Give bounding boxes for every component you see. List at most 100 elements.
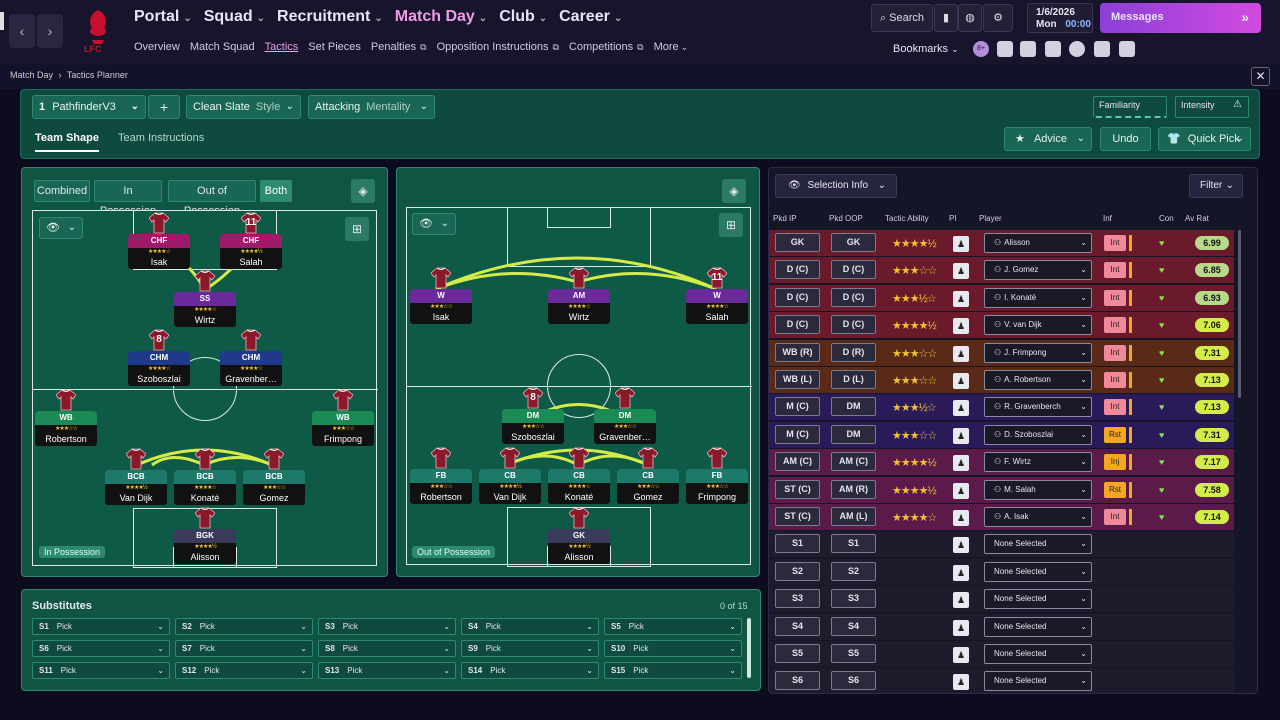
picked-oop-position[interactable]: DM (831, 424, 876, 444)
picked-oop-position[interactable]: AM (L) (831, 507, 876, 526)
sub-slot-s14[interactable]: S14 Pick ⌄ (461, 662, 599, 679)
picked-ip-position[interactable]: M (C) (775, 424, 820, 444)
player-token[interactable]: SS ★★★★☆ Wirtz (174, 270, 236, 327)
player-token[interactable]: WB ★★★☆☆ Robertson (35, 389, 97, 446)
messages-button[interactable]: Messages» (1100, 3, 1261, 33)
sub-slot-s11[interactable]: S11 Pick ⌄ (32, 662, 170, 679)
sub-slot-s10[interactable]: S10 Pick ⌄ (604, 640, 742, 657)
player-token[interactable]: CHF ★★★★☆ Isak (128, 212, 190, 269)
picked-ip-position[interactable]: WB (L) (775, 370, 820, 389)
player-token[interactable]: GK ★★★★½ Alisson (548, 507, 610, 564)
picked-oop-position[interactable]: DM (831, 397, 876, 417)
subnav-item-match-squad[interactable]: Match Squad (190, 41, 255, 53)
picked-ip-position[interactable]: AM (C) (775, 452, 820, 472)
picked-ip-position[interactable]: S6 (775, 671, 820, 691)
subnav-item-tactics[interactable]: Tactics (265, 41, 299, 53)
player-token[interactable]: BCB ★★★★½ Van Dijk (105, 448, 167, 505)
globe-button[interactable]: ◍ (958, 4, 982, 32)
people-quick-icon[interactable] (1045, 41, 1061, 57)
sub-slot-s1[interactable]: S1 Pick ⌄ (32, 618, 170, 635)
player-instructions-icon[interactable]: ♟ (953, 427, 969, 444)
player-select[interactable]: None Selected ⌄ (984, 534, 1092, 555)
sub-slot-s13[interactable]: S13 Pick ⌄ (318, 662, 456, 679)
player-select[interactable]: None Selected ⌄ (984, 671, 1092, 692)
player-instructions-icon[interactable]: ♟ (953, 318, 969, 335)
player-token[interactable]: BCB ★★★☆☆ Gomez (243, 448, 305, 505)
subs-scrollbar[interactable] (747, 618, 751, 678)
info-badge[interactable]: Int (1104, 372, 1126, 388)
tab-team-instructions[interactable]: Team Instructions (118, 132, 204, 144)
picked-ip-position[interactable]: S5 (775, 644, 820, 663)
info-badge[interactable]: Int (1104, 509, 1126, 525)
player-token[interactable]: FB ★★★☆☆ Robertson (410, 447, 472, 504)
player-select[interactable]: ⚇ M. Salah ⌄ (984, 479, 1092, 500)
info-badge[interactable]: Int (1104, 317, 1126, 334)
shirt-quick-icon[interactable] (997, 41, 1013, 57)
mentality-selector[interactable]: Attacking Mentality ⌄ (308, 95, 435, 119)
picked-oop-position[interactable]: S4 (831, 616, 876, 636)
nav-item-club[interactable]: Club ⌄ (499, 8, 547, 26)
info-badge[interactable]: Int (1104, 235, 1126, 251)
player-token[interactable]: DM ★★★☆☆ Gravenber… (594, 387, 656, 444)
selection-info-dropdown[interactable]: 👁 Selection Info ⌄ (775, 174, 897, 198)
search-button[interactable]: ⌕ Search (871, 4, 933, 32)
picked-ip-position[interactable]: ST (C) (775, 507, 820, 526)
picked-oop-position[interactable]: S5 (831, 644, 876, 663)
users-quick-icon[interactable] (1119, 41, 1135, 57)
picked-ip-position[interactable]: D (C) (775, 315, 820, 335)
breadcrumb-parent[interactable]: Match Day (10, 70, 53, 80)
subnav-item-opposition-instructions[interactable]: Opposition Instructions ⧉ (437, 41, 559, 53)
player-token[interactable]: CHM ★★★★☆ Gravenber… (220, 329, 282, 386)
info-badge[interactable]: Int (1104, 399, 1126, 416)
subnav-item-set-pieces[interactable]: Set Pieces (308, 41, 361, 53)
player-select[interactable]: ⚇ Alisson ⌄ (984, 233, 1092, 253)
advice-button[interactable]: ★ Advice ⌄ (1004, 127, 1092, 151)
picked-ip-position[interactable]: S2 (775, 561, 820, 581)
back-button[interactable]: ‹ (9, 14, 35, 48)
column-header[interactable]: Tactic Ability (885, 214, 929, 223)
player-token[interactable]: 8 DM ★★★☆☆ Szoboszlai (502, 387, 564, 444)
info-badge[interactable]: Inj (1104, 454, 1126, 471)
player-select[interactable]: None Selected ⌄ (984, 616, 1092, 637)
nav-item-match-day[interactable]: Match Day ⌄ (395, 8, 487, 26)
player-token[interactable]: CB ★★★★☆ Konaté (548, 447, 610, 504)
player-token[interactable]: CB ★★★★½ Van Dijk (479, 447, 541, 504)
picked-oop-position[interactable]: AM (R) (831, 479, 876, 499)
sub-slot-s8[interactable]: S8 Pick ⌄ (318, 640, 456, 657)
player-token[interactable]: BGK ★★★★½ Alisson (174, 507, 236, 564)
column-header[interactable]: Con (1159, 214, 1174, 223)
player-token[interactable]: 11 CHF ★★★★½ Salah (220, 212, 282, 269)
picked-ip-position[interactable]: ST (C) (775, 479, 820, 499)
picked-oop-position[interactable]: S2 (831, 561, 876, 581)
formation-settings-button-oop[interactable]: ◈ (722, 179, 746, 203)
nav-item-career[interactable]: Career ⌄ (559, 8, 622, 26)
player-select[interactable]: ⚇ A. Isak ⌄ (984, 507, 1092, 527)
player-token[interactable]: FB ★★★☆☆ Frimpong (686, 447, 748, 504)
player-token[interactable]: WB ★★★☆☆ Frimpong (312, 389, 374, 446)
sub-slot-s5[interactable]: S5 Pick ⌄ (604, 618, 742, 635)
player-select[interactable]: ⚇ J. Frimpong ⌄ (984, 342, 1092, 363)
picked-oop-position[interactable]: D (R) (831, 342, 876, 362)
sub-slot-s2[interactable]: S2 Pick ⌄ (175, 618, 313, 635)
tab-team-shape[interactable]: Team Shape (35, 132, 99, 152)
player-token[interactable]: W ★★★☆☆ Isak (410, 267, 472, 324)
sub-slot-s3[interactable]: S3 Pick ⌄ (318, 618, 456, 635)
info-badge[interactable]: Rst (1104, 481, 1126, 498)
refresh-quick-icon[interactable] (1069, 41, 1085, 57)
player-instructions-icon[interactable]: ♟ (953, 510, 969, 526)
picked-oop-position[interactable]: D (C) (831, 287, 876, 307)
sub-slot-s6[interactable]: S6 Pick ⌄ (32, 640, 170, 657)
player-instructions-icon[interactable]: ♟ (953, 263, 969, 280)
selection-scrollbar[interactable] (1238, 230, 1241, 398)
player-select[interactable]: ⚇ I. Konaté ⌄ (984, 287, 1092, 308)
player-instructions-icon[interactable]: ♟ (953, 537, 969, 554)
picked-oop-position[interactable]: AM (C) (831, 452, 876, 472)
player-token[interactable]: CB ★★★☆☆ Gomez (617, 447, 679, 504)
picked-ip-position[interactable]: GK (775, 233, 820, 252)
sub-slot-s9[interactable]: S9 Pick ⌄ (461, 640, 599, 657)
player-instructions-icon[interactable]: ♟ (953, 373, 969, 389)
picked-oop-position[interactable]: S6 (831, 671, 876, 691)
familiarity-meter[interactable]: Familiarity (1093, 96, 1167, 118)
player-token[interactable]: BCB ★★★★☆ Konaté (174, 448, 236, 505)
player-token[interactable]: AM ★★★★☆ Wirtz (548, 267, 610, 324)
